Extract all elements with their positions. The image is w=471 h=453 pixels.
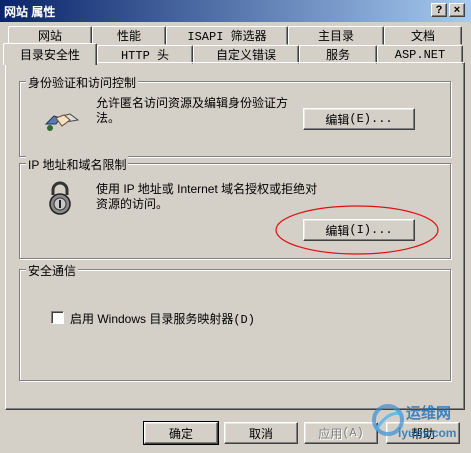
auth-group: 身份验证和访问控制 允许匿名访问资源及编辑身份验证方法。 编辑 (E)...	[19, 74, 451, 157]
tab-home-directory[interactable]: 主目录	[288, 26, 384, 45]
padlock-icon	[44, 180, 76, 216]
handshake-icon	[44, 104, 80, 134]
help-title-button[interactable]: ?	[431, 3, 447, 17]
directory-mapper-label: 启用 Windows 目录服务映射器(D)	[70, 312, 255, 327]
ok-button[interactable]: 确定	[143, 421, 219, 445]
directory-mapper-checkbox[interactable]	[51, 311, 64, 324]
tab-documents[interactable]: 文档	[384, 26, 462, 45]
auth-description: 允许匿名访问资源及编辑身份验证方法。	[96, 96, 289, 125]
apply-button[interactable]: 应用 (A)	[304, 422, 378, 444]
auth-edit-button[interactable]: 编辑 (E)...	[303, 108, 415, 130]
ip-group-title: IP 地址和域名限制	[26, 156, 129, 173]
window-title: 网站 属性	[4, 4, 56, 19]
cancel-button[interactable]: 取消	[224, 422, 298, 444]
close-button[interactable]: ×	[449, 3, 465, 17]
tab-isapi-filters[interactable]: ISAPI 筛选器	[166, 26, 288, 45]
secure-comm-group: 安全通信 启用 Windows 目录服务映射器(D)	[19, 262, 451, 381]
tab-performance[interactable]: 性能	[92, 26, 166, 45]
auth-group-title: 身份验证和访问控制	[26, 74, 139, 91]
watermark-text: 运维网	[406, 405, 452, 422]
tab-panel: 身份验证和访问控制 允许匿名访问资源及编辑身份验证方法。 编辑 (E)... IP…	[5, 62, 465, 410]
close-icon: ×	[453, 3, 461, 16]
secure-comm-title: 安全通信	[26, 262, 79, 279]
watermark-url: iyunv.com	[398, 426, 457, 440]
tab-directory-security[interactable]: 目录安全性	[3, 43, 97, 65]
ip-group: IP 地址和域名限制 使用 IP 地址或 Internet 域名授权或拒绝对资源…	[19, 156, 451, 259]
highlight-ellipse	[275, 205, 439, 255]
title-bar: 网站 属性 ? ×	[0, 0, 471, 22]
watermark: 运维网 iyunv.com	[368, 392, 468, 450]
